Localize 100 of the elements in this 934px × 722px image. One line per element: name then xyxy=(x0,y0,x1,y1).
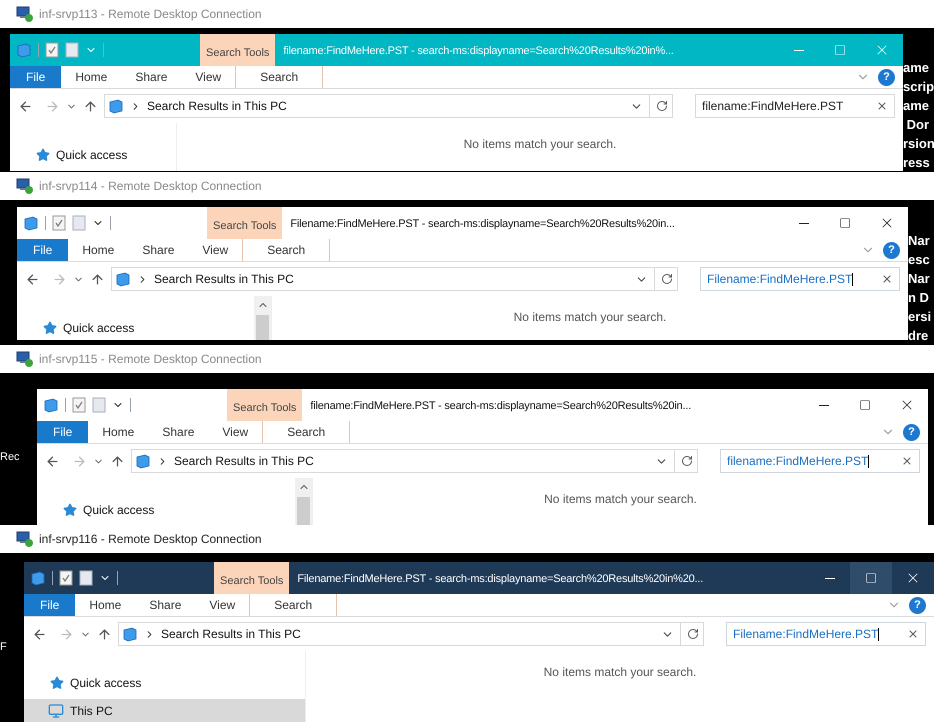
maximize-icon xyxy=(839,217,851,229)
file-tab[interactable]: File xyxy=(24,594,76,616)
remote-desktop-title: inf-srvp116 - Remote Desktop Connection xyxy=(39,531,262,548)
new-folder-icon[interactable] xyxy=(79,570,93,586)
background-text: rsion xyxy=(903,135,934,153)
window-title: filename:FindMeHere.PST - search-ms:displayname=Search%20Results%20in... xyxy=(310,400,692,412)
navigation-item[interactable]: Quick access xyxy=(24,671,305,695)
refresh-icon[interactable] xyxy=(681,455,693,467)
help-button[interactable]: ? xyxy=(883,242,900,258)
scrollbar-thumb[interactable] xyxy=(256,315,269,340)
maximize-button[interactable] xyxy=(850,562,892,594)
library-icon xyxy=(135,453,151,469)
empty-message: No items match your search. xyxy=(544,491,697,508)
ribbon-tab[interactable]: Home xyxy=(75,594,136,616)
star-icon xyxy=(50,676,64,690)
refresh-icon[interactable] xyxy=(656,100,668,112)
contextual-tab-header: Search Tools xyxy=(214,562,290,594)
search-field[interactable]: Filename:FindMeHere.PST xyxy=(700,267,900,291)
scrollbar[interactable] xyxy=(254,296,271,340)
clear-search-icon[interactable] xyxy=(876,100,888,112)
ribbon-tab[interactable]: Share xyxy=(135,594,196,616)
back-icon[interactable] xyxy=(45,454,60,468)
folder-icon xyxy=(43,397,59,413)
ribbon-tab[interactable]: Home xyxy=(61,66,122,88)
remote-desktop-title: inf-srvp115 - Remote Desktop Connection xyxy=(39,351,262,368)
ribbon-tab[interactable]: Share xyxy=(128,239,188,261)
ribbon-tab[interactable]: View xyxy=(188,239,242,261)
computer-icon xyxy=(48,703,64,719)
library-icon xyxy=(122,626,138,642)
star-icon xyxy=(63,503,77,517)
empty-message: No items match your search. xyxy=(464,136,616,153)
back-icon[interactable] xyxy=(18,98,33,114)
address-bar[interactable]: Search Results in This PC xyxy=(111,267,678,291)
remote-desktop-title: inf-srvp113 - Remote Desktop Connection xyxy=(39,6,262,23)
background-text: ress xyxy=(903,154,931,172)
window-title: filename:FindMeHere.PST - search-ms:displayname=Search%20Results%20in%... xyxy=(283,45,674,57)
remote-desktop-icon xyxy=(16,531,34,547)
clear-search-icon[interactable] xyxy=(901,455,913,467)
clear-search-icon[interactable] xyxy=(881,273,893,285)
address-bar[interactable]: Search Results in This PC xyxy=(118,622,704,646)
address-bar[interactable]: Search Results in This PC xyxy=(131,449,698,473)
address-location: Search Results in This PC xyxy=(174,453,315,470)
background-text: Nar xyxy=(908,232,931,250)
properties-icon[interactable] xyxy=(59,570,73,586)
address-location: Search Results in This PC xyxy=(147,98,288,115)
back-icon[interactable] xyxy=(25,272,40,286)
refresh-icon[interactable] xyxy=(687,628,699,640)
help-button[interactable]: ? xyxy=(909,596,926,614)
navigation-item[interactable]: Quick access xyxy=(17,316,254,340)
up-icon[interactable] xyxy=(90,272,105,286)
background-text: ame xyxy=(903,97,930,115)
back-icon[interactable] xyxy=(32,626,47,642)
navigation-item[interactable]: Quick access xyxy=(37,498,295,522)
desktop-icon-label: Rec xyxy=(0,450,21,465)
maximize-icon xyxy=(859,399,871,411)
background-text: Dor xyxy=(906,116,930,134)
search-field[interactable]: Filename:FindMeHere.PST xyxy=(726,622,926,646)
empty-message: No items match your search. xyxy=(544,664,696,681)
window-title: Filename:FindMeHere.PST - search-ms:displayname=Search%20Results%20in%20... xyxy=(297,573,704,585)
search-field[interactable]: filename:FindMeHere.PST xyxy=(720,449,920,473)
clear-search-icon[interactable] xyxy=(907,628,919,640)
help-button[interactable]: ? xyxy=(878,68,895,86)
background-text: Nar xyxy=(908,270,931,288)
navigation-item[interactable]: Quick access xyxy=(10,143,176,167)
ribbon-tab[interactable]: Share xyxy=(148,421,208,443)
ribbon-tab[interactable]: Home xyxy=(68,239,128,261)
up-icon[interactable] xyxy=(83,98,98,114)
ribbon-tab[interactable]: View xyxy=(208,421,262,443)
maximize-icon xyxy=(834,44,846,56)
address-location: Search Results in This PC xyxy=(154,271,295,288)
remote-desktop-title: inf-srvp114 - Remote Desktop Connection xyxy=(39,178,262,195)
minimize-icon xyxy=(819,404,829,406)
up-icon[interactable] xyxy=(97,626,112,642)
up-icon[interactable] xyxy=(110,454,125,468)
file-tab[interactable]: File xyxy=(17,239,68,261)
folder-icon xyxy=(30,570,46,586)
ribbon-tab[interactable]: View xyxy=(195,594,250,616)
empty-message: No items match your search. xyxy=(514,309,666,326)
contextual-tab-header: Search Tools xyxy=(227,389,302,421)
star-icon xyxy=(36,148,50,162)
background-text: ersi xyxy=(908,308,932,326)
maximize-icon xyxy=(865,572,877,584)
scrollbar-thumb[interactable] xyxy=(297,497,310,525)
ribbon-tab[interactable]: View xyxy=(181,66,236,88)
search-field[interactable]: filename:FindMeHere.PST xyxy=(695,94,895,118)
navigation-item[interactable]: This PC xyxy=(24,699,305,722)
background-text: n D xyxy=(908,289,930,307)
contextual-tab-header: Search Tools xyxy=(207,207,282,239)
refresh-icon[interactable] xyxy=(661,273,673,285)
file-tab[interactable]: File xyxy=(10,66,62,88)
remote-desktop-icon xyxy=(16,178,34,194)
ribbon-tab[interactable]: Share xyxy=(121,66,182,88)
remote-desktop-icon xyxy=(16,351,34,367)
ribbon-tab[interactable]: Home xyxy=(88,421,148,443)
scrollbar[interactable] xyxy=(295,478,312,525)
window-title: Filename:FindMeHere.PST - search-ms:displayname=Search%20Results%20in... xyxy=(290,218,675,230)
folder-icon xyxy=(23,215,39,231)
address-bar[interactable]: Search Results in This PC xyxy=(104,94,673,118)
file-tab[interactable]: File xyxy=(37,421,88,443)
help-button[interactable]: ? xyxy=(903,424,920,440)
